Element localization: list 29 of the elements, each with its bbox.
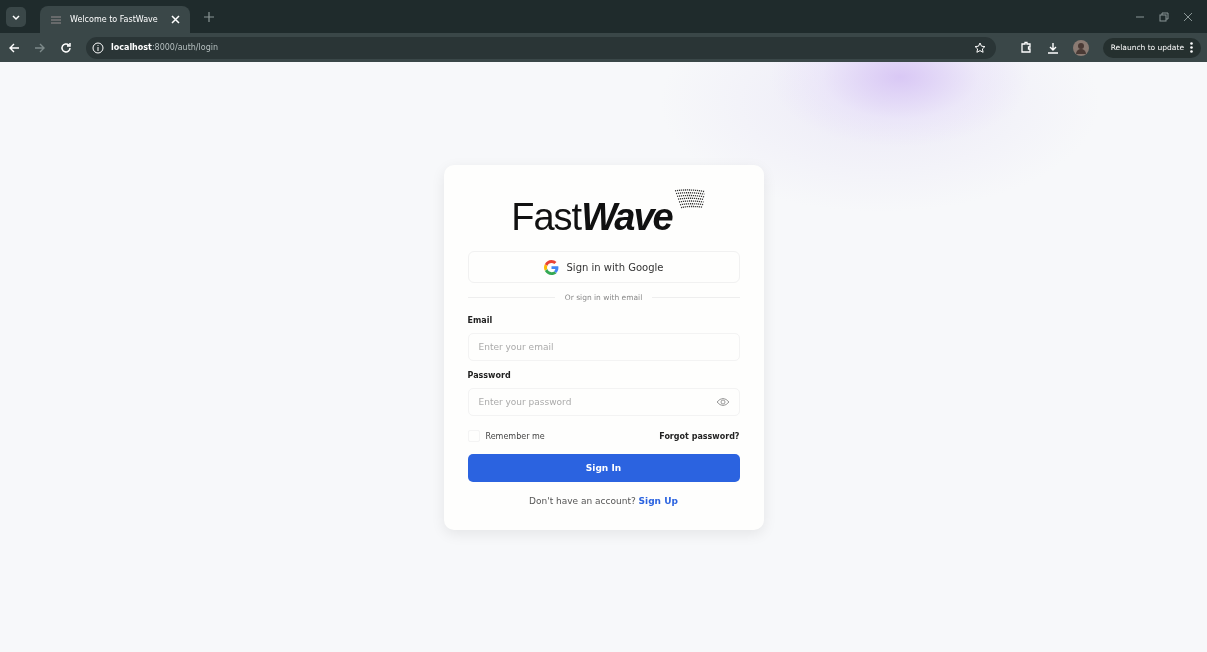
more-options-icon	[1190, 42, 1193, 53]
forward-arrow-icon[interactable]	[34, 41, 46, 54]
sign-up-link[interactable]: Sign Up	[638, 496, 678, 506]
back-arrow-icon[interactable]	[8, 41, 20, 54]
page-favicon-icon	[50, 13, 62, 26]
download-icon[interactable]	[1046, 41, 1059, 54]
browser-tab[interactable]: Welcome to FastWave	[40, 6, 190, 33]
star-icon[interactable]	[973, 41, 986, 54]
field-label: Password	[467, 371, 512, 380]
address-field[interactable]: localhost:8000/auth/login	[86, 36, 996, 59]
google-sign-in-button[interactable]: Sign in with Google	[467, 251, 740, 283]
restore-icon[interactable]	[1159, 11, 1169, 22]
close-icon[interactable]	[1183, 11, 1193, 22]
tab-search-button[interactable]	[6, 6, 26, 27]
password-field[interactable]: Enter your password	[467, 388, 740, 416]
signup-prompt: Don't have an account?	[529, 496, 636, 506]
logo: FastWave	[511, 197, 672, 237]
remember-label: Remember me	[485, 431, 545, 441]
eye-icon[interactable]	[715, 397, 730, 407]
reload-icon[interactable]	[60, 41, 72, 54]
info-icon	[92, 41, 104, 54]
google-icon	[543, 259, 559, 275]
puzzle-icon[interactable]	[1019, 41, 1033, 54]
avatar-icon[interactable]	[1072, 39, 1089, 56]
new-tab-icon[interactable]	[204, 11, 214, 22]
field-label: Email	[467, 316, 494, 325]
forgot-password-link[interactable]: Forgot password?	[659, 431, 740, 441]
sign-in-button[interactable]: Sign In	[467, 454, 740, 482]
email-field[interactable]: Enter your email	[467, 333, 740, 361]
